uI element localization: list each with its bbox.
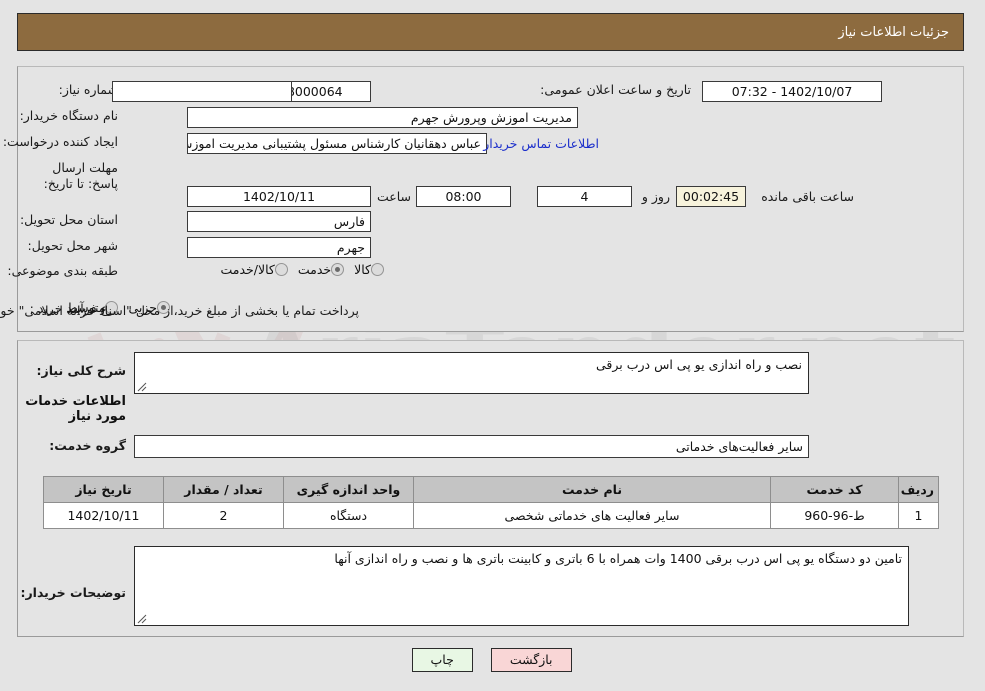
creator-row: ایجاد کننده درخواست: <box>4 134 119 150</box>
print-button[interactable]: چاپ <box>412 648 474 673</box>
cell-unit: دستگاه <box>284 502 415 529</box>
category-radio-group: کالا خدمت کالا/خدمت <box>211 262 385 277</box>
th-row-no: ردیف <box>899 476 940 503</box>
service-group-value[interactable]: سایر فعالیت‌های خدماتی <box>135 435 810 458</box>
remaining-days[interactable]: 4 <box>538 186 633 207</box>
services-table: ردیف کد خدمت نام خدمت واحد اندازه گیری ت… <box>44 476 940 529</box>
radio-label-kala-khedmat: کالا/خدمت <box>221 262 276 277</box>
th-service-name: نام خدمت <box>414 476 772 503</box>
back-button[interactable]: بازگشت <box>491 648 573 673</box>
cell-service-code: ط-96-960 <box>771 502 900 529</box>
th-unit: واحد اندازه گیری <box>284 476 415 503</box>
buyer-org-label: نام دستگاه خریدار: <box>20 108 119 123</box>
buyer-notes-label: توضیحات خریدار: <box>21 585 127 600</box>
deadline-row: مهلت ارسال پاسخ: تا تاریخ: <box>39 160 119 191</box>
buyer-contact-link[interactable]: اطلاعات تماس خریدار <box>484 136 600 151</box>
creator-label: ایجاد کننده درخواست: <box>3 134 119 149</box>
announce-label-wrap: تاریخ و ساعت اعلان عمومی: <box>541 82 692 98</box>
countdown-badge: 00:02:45 <box>677 186 747 207</box>
category-label: طبقه بندی موضوعی: <box>8 263 119 278</box>
deadline-time[interactable]: 08:00 <box>417 186 512 207</box>
footer-button-bar: بازگشت چاپ <box>0 648 985 673</box>
announce-value-hidden <box>113 81 293 102</box>
city-label: شهر محل تحویل: <box>28 238 119 253</box>
process-note: پرداخت تمام یا بخشی از مبلغ خرید،از محل … <box>0 303 360 318</box>
cell-quantity: 2 <box>164 502 285 529</box>
announce-label: تاریخ و ساعت اعلان عمومی: <box>541 82 692 97</box>
services-info-title: اطلاعات خدمات مورد نیاز <box>26 394 127 424</box>
deadline-date[interactable]: 1402/10/11 <box>188 186 372 207</box>
buyer-org-row: نام دستگاه خریدار: <box>21 108 119 124</box>
page-root: AriaTender.net جزئیات اطلاعات نیاز شماره… <box>0 0 985 691</box>
hour-label: ساعت <box>377 189 412 204</box>
buyer-notes-textarea[interactable]: تامین دو دستگاه یو پی اس درب برقی 1400 و… <box>135 546 910 626</box>
city-value[interactable]: جهرم <box>188 237 372 258</box>
remaining-label: ساعت باقی مانده <box>762 189 855 204</box>
general-desc-value: نصب و راه اندازی یو پی اس درب برقی <box>597 357 803 372</box>
deadline-label: مهلت ارسال پاسخ: تا تاریخ: <box>44 160 119 191</box>
days-label: روز و <box>642 189 671 204</box>
table-row[interactable]: 1 ط-96-960 سایر فعالیت های خدماتی شخصی د… <box>44 502 940 529</box>
buyer-notes-value: تامین دو دستگاه یو پی اس درب برقی 1400 و… <box>335 551 903 566</box>
resize-grip-icon[interactable] <box>138 382 148 392</box>
province-row: استان محل تحویل: <box>21 212 119 228</box>
page-title: جزئیات اطلاعات نیاز <box>839 24 950 40</box>
radio-category-khedmat[interactable] <box>332 263 346 276</box>
table-header-row: ردیف کد خدمت نام خدمت واحد اندازه گیری ت… <box>44 476 940 503</box>
cell-service-name: سایر فعالیت های خدماتی شخصی <box>414 502 772 529</box>
radio-category-kala[interactable] <box>372 263 385 276</box>
page-header: جزئیات اطلاعات نیاز <box>18 13 965 51</box>
service-group-label: گروه خدمت: <box>50 438 127 453</box>
general-desc-textarea[interactable]: نصب و راه اندازی یو پی اس درب برقی <box>135 352 810 394</box>
need-number-label: شماره نیاز: <box>59 82 119 97</box>
th-service-code: کد خدمت <box>771 476 900 503</box>
need-number-row: شماره نیاز: <box>60 82 119 98</box>
buyer-org-value[interactable]: مدیریت اموزش وپرورش جهرم <box>188 107 579 128</box>
radio-label-kala: کالا <box>355 262 372 277</box>
th-quantity: تعداد / مقدار <box>164 476 285 503</box>
radio-category-kala-khedmat[interactable] <box>275 263 289 276</box>
cell-need-date: 1402/10/11 <box>44 502 165 529</box>
province-label: استان محل تحویل: <box>20 212 119 227</box>
general-desc-label: شرح کلی نیاز: <box>37 363 127 378</box>
creator-value[interactable]: عباس دهقانیان کارشناس مسئول پشتیبانی مدی… <box>188 133 488 154</box>
resize-grip-icon-notes[interactable] <box>138 614 148 624</box>
radio-label-khedmat: خدمت <box>298 262 333 277</box>
th-need-date: تاریخ نیاز <box>44 476 165 503</box>
announce-value[interactable]: 1402/10/07 - 07:32 <box>703 81 883 102</box>
province-value[interactable]: فارس <box>188 211 372 232</box>
city-row: شهر محل تحویل: <box>29 238 119 254</box>
cell-row-no: 1 <box>899 502 940 529</box>
category-row: طبقه بندی موضوعی: <box>8 263 119 279</box>
